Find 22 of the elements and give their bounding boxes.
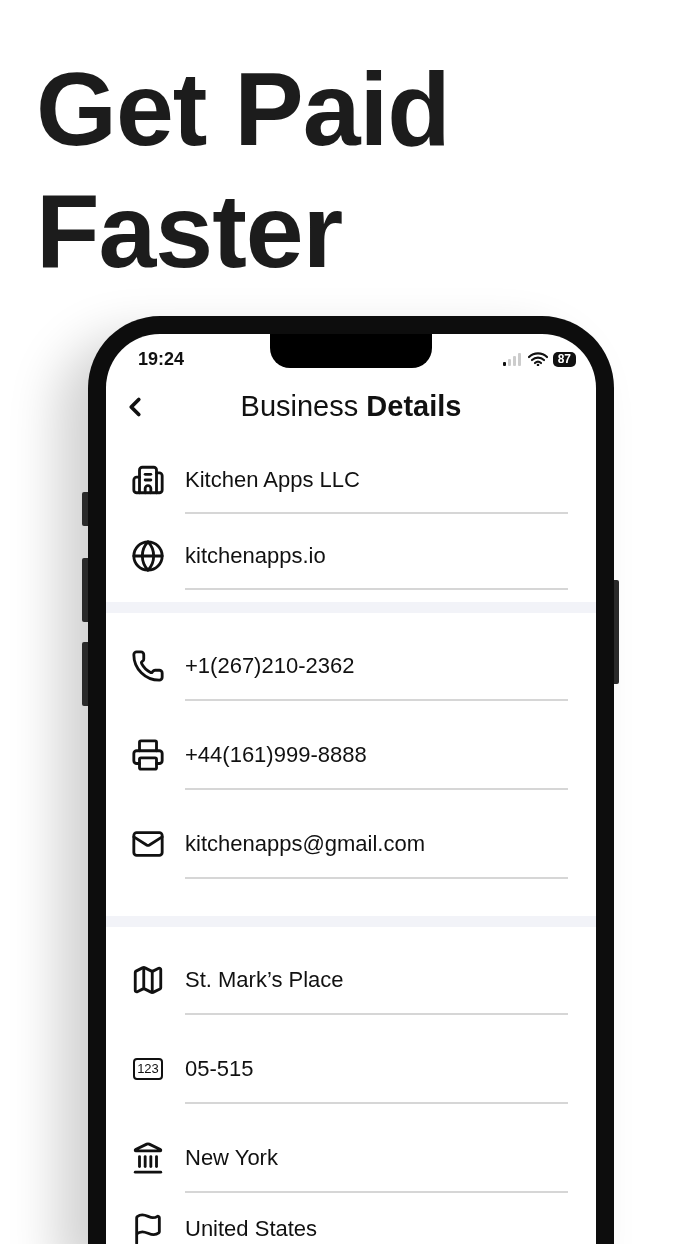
screen-title: Business Details bbox=[240, 389, 462, 425]
building-icon bbox=[131, 463, 165, 497]
printer-icon bbox=[131, 738, 165, 772]
battery-indicator: 87 bbox=[552, 351, 576, 367]
phone-icon bbox=[131, 649, 165, 683]
text-field[interactable]: New York bbox=[185, 1143, 568, 1193]
text-field[interactable]: Kitchen Apps LLC bbox=[185, 465, 568, 514]
signal-icon bbox=[502, 352, 523, 366]
text-field[interactable]: United States bbox=[185, 1214, 568, 1244]
headline: Get Paid Faster bbox=[35, 50, 451, 291]
text-field[interactable]: +1(267)210-2362 bbox=[185, 651, 568, 701]
text-field[interactable]: +44(161)999-8888 bbox=[185, 740, 568, 790]
bank-icon bbox=[131, 1141, 165, 1175]
text-field[interactable]: St. Mark’s Place bbox=[185, 965, 568, 1015]
map-icon bbox=[131, 963, 165, 997]
text-field[interactable]: 05-515 bbox=[185, 1054, 568, 1104]
status-time: 19:24 bbox=[138, 347, 185, 371]
wifi-icon bbox=[527, 352, 548, 366]
text-field[interactable]: kitchenapps.io bbox=[185, 541, 568, 590]
globe-icon bbox=[131, 539, 165, 573]
number-box-icon: 123 bbox=[133, 1058, 163, 1080]
text-field[interactable]: kitchenapps@gmail.com bbox=[185, 829, 568, 879]
